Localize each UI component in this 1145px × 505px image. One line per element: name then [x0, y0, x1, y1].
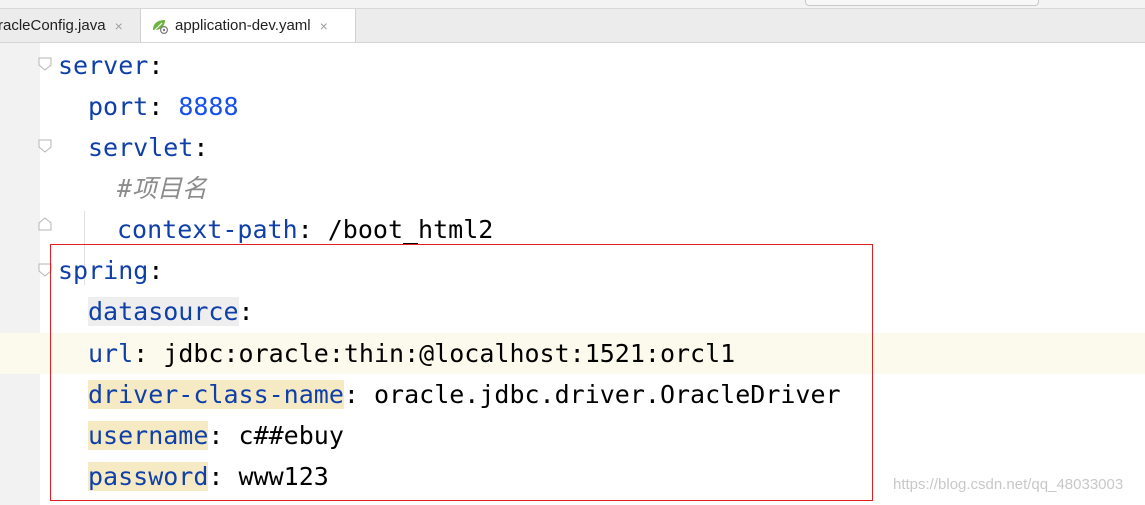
code-line-1: server: — [58, 51, 164, 80]
tab-label: application-dev.yaml — [175, 17, 311, 34]
close-icon[interactable]: × — [320, 18, 328, 34]
code-line-3: servlet: — [88, 133, 209, 162]
annotation-box — [50, 244, 873, 501]
code-line-2: port: 8888 — [88, 92, 239, 121]
watermark: https://blog.csdn.net/qq_48033003 — [893, 476, 1124, 493]
tab-application-dev-yaml[interactable]: application-dev.yaml × — [140, 9, 356, 42]
fold-marker-icon[interactable] — [38, 57, 52, 71]
code-line-4: #项目名 — [117, 174, 208, 203]
close-icon[interactable]: × — [115, 18, 123, 34]
fold-end-icon[interactable] — [38, 217, 52, 231]
spring-yaml-icon — [151, 18, 169, 34]
run-config-widget[interactable] — [805, 0, 1039, 6]
fold-marker-icon[interactable] — [38, 139, 52, 153]
tab-label: racleConfig.java — [0, 17, 106, 34]
tab-oracle-config[interactable]: racleConfig.java × — [0, 9, 138, 42]
editor-tab-bar: racleConfig.java × application-dev.yaml … — [0, 0, 1145, 43]
